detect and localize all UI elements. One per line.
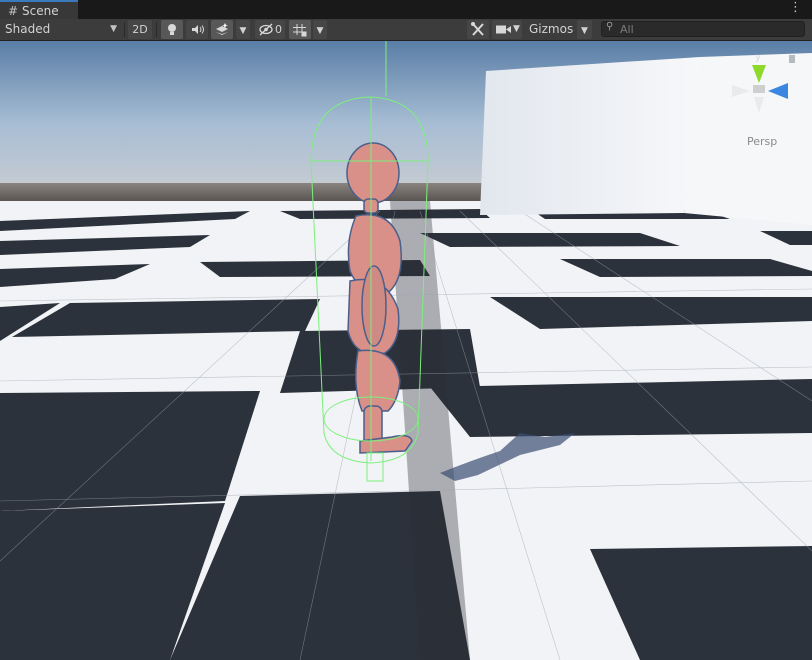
- gizmos-button[interactable]: Gizmos: [526, 20, 576, 39]
- grid-icon: [293, 24, 307, 37]
- lock-icon[interactable]: [789, 55, 795, 63]
- camera-settings-button[interactable]: ▼: [492, 20, 522, 39]
- search-icon: ⚲: [606, 21, 614, 32]
- scene-wall: [480, 57, 702, 215]
- gizmos-label: Gizmos: [529, 22, 574, 36]
- gizmos-dropdown-button[interactable]: ▼: [577, 20, 592, 39]
- scene-visibility-button[interactable]: 0: [255, 20, 285, 39]
- lightbulb-icon: [168, 24, 176, 35]
- divider: [124, 22, 125, 37]
- tools-icon: [471, 22, 484, 36]
- grid-dropdown-button[interactable]: ▼: [313, 20, 327, 39]
- hash-icon: #: [8, 4, 19, 18]
- camera-icon: [496, 25, 511, 34]
- search-input[interactable]: [620, 22, 800, 36]
- grid-toggle-button[interactable]: [289, 20, 311, 39]
- chevron-down-icon: ▼: [316, 26, 324, 36]
- tools-button[interactable]: [467, 20, 489, 39]
- mode-2d-label: 2D: [132, 23, 148, 36]
- tab-bar: # Scene ⋮: [0, 0, 812, 19]
- effects-toggle-button[interactable]: [211, 20, 233, 39]
- chevron-down-icon: ▼: [581, 26, 588, 36]
- projection-label[interactable]: Persp: [747, 135, 777, 148]
- tab-scene[interactable]: # Scene: [0, 0, 78, 19]
- scene-viewport[interactable]: y Persp: [0, 41, 812, 660]
- visibility-icon: [259, 23, 273, 36]
- mode-2d-button[interactable]: 2D: [128, 20, 152, 39]
- hidden-count: 0: [275, 23, 282, 36]
- scene-toolbar: Shaded ▼ 2D ▼ 0 ▼ ▼ Gizmos ▼ ⚲ All: [0, 19, 812, 41]
- audio-icon: [192, 25, 204, 34]
- tab-label: Scene: [22, 4, 59, 18]
- draw-mode-value: Shaded: [5, 22, 51, 36]
- gizmo-center-cube[interactable]: [753, 85, 765, 93]
- effects-dropdown-button[interactable]: ▼: [236, 20, 250, 39]
- divider: [156, 22, 157, 37]
- scene-search[interactable]: ⚲: [601, 21, 805, 37]
- effects-icon: [216, 23, 228, 35]
- scene-render[interactable]: y: [0, 41, 812, 660]
- lighting-toggle-button[interactable]: [161, 20, 183, 39]
- chevron-down-icon: ▼: [239, 26, 247, 36]
- chevron-down-icon: ▼: [110, 24, 117, 34]
- kebab-menu-icon[interactable]: ⋮: [789, 1, 802, 15]
- draw-mode-dropdown[interactable]: Shaded ▼: [5, 20, 121, 39]
- y-axis-label: y: [755, 52, 761, 63]
- audio-toggle-button[interactable]: [186, 20, 208, 39]
- chevron-down-icon: ▼: [513, 24, 520, 34]
